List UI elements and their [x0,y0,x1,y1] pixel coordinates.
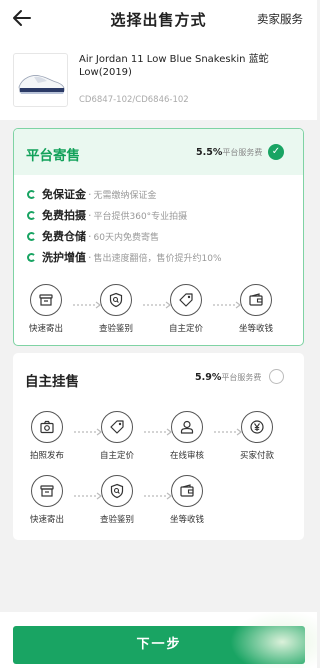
loading-ring-icon [27,211,36,220]
step-buyer-pays: 买家付款 [227,411,287,461]
step-get-paid: 坐等收钱 [157,475,217,525]
loading-ring-icon [27,253,36,262]
loading-ring-icon [27,232,36,241]
step-online-review: 在线审核 [157,411,217,461]
product-image [13,53,68,107]
fee-label: 平台服务费 [221,373,262,382]
yen-coin-icon [241,411,273,443]
step-photo-publish: 拍照发布 [17,411,77,461]
box-icon [31,475,63,507]
benefit-item: 免费仓储 · 60天内免费寄售 [27,229,159,244]
step-get-paid: 坐等收钱 [226,284,286,334]
benefit-item: 免保证金 · 无需缴纳保证金 [27,187,157,202]
shield-search-icon [101,475,133,507]
step-pricing: 自主定价 [87,411,147,461]
service-fee: 5.9%平台服务费 [195,372,261,383]
benefit-item: 免费拍摄 · 平台提供360°专业拍摄 [27,208,187,223]
price-tag-icon [170,284,202,316]
option-title: 自主挂售 [25,374,79,390]
seller-service-link[interactable]: 卖家服务 [257,11,303,27]
option-title: 平台寄售 [26,148,80,164]
service-fee: 5.5%平台服务费 [196,147,262,158]
wallet-icon [171,475,203,507]
step-inspect: 查验鉴别 [87,475,147,525]
platform-consign-option[interactable]: 平台寄售 5.5%平台服务费 ✓ 免保证金 · 无需缴纳保证金 免费拍摄 · 平台提供3… [13,128,304,346]
reviewer-icon [171,411,203,443]
camera-icon [31,411,63,443]
product-code: CD6847-102/CD6846-102 [79,95,189,105]
fee-rate: 5.5% [196,147,223,158]
wallet-icon [240,284,272,316]
product-name: Air Jordan 11 Low Blue Snakeskin 蓝蛇 Low(… [79,54,269,78]
next-step-button[interactable]: 下一步 [13,626,305,664]
fee-rate: 5.9% [195,372,222,383]
loading-ring-icon [27,190,36,199]
step-quick-ship: 快速寄出 [17,475,77,525]
step-quick-ship: 快速寄出 [16,284,76,334]
step-pricing: 自主定价 [156,284,216,334]
price-tag-icon [101,411,133,443]
step-inspect: 查验鉴别 [86,284,146,334]
self-listing-option[interactable]: 自主挂售 5.9%平台服务费 拍照发布 自主定价 在线审核 买家付款 快速寄出 … [13,353,304,540]
bottom-bar: 下一步 [0,612,317,668]
shield-search-icon [100,284,132,316]
box-icon [30,284,62,316]
selected-check-icon[interactable]: ✓ [268,144,284,160]
unselected-radio[interactable] [269,369,284,384]
header-bar: 选择出售方式 卖家服务 [0,0,317,40]
benefit-item: 洗护增值 · 售出速度翻倍，售价提升约10% [27,250,222,265]
fee-label: 平台服务费 [222,148,263,157]
product-summary: Air Jordan 11 Low Blue Snakeskin 蓝蛇 Low(… [0,40,317,120]
